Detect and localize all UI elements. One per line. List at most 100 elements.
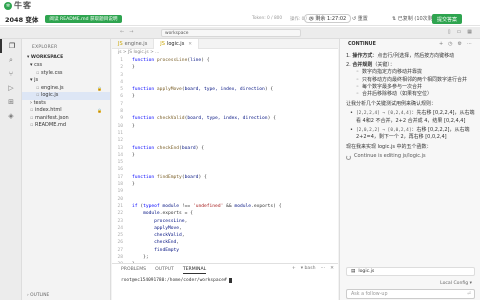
back-arrow-icon[interactable]: ← bbox=[120, 29, 124, 35]
continue-icon[interactable]: ◈ bbox=[0, 109, 22, 123]
source-control-icon[interactable]: ⑂ bbox=[0, 67, 22, 81]
code-token: , bbox=[176, 240, 180, 246]
line-number: 20 bbox=[117, 196, 123, 202]
extensions-icon[interactable]: ⊞ bbox=[0, 95, 22, 109]
brand-logo-icon: ✲ bbox=[4, 1, 12, 10]
tab-engine-js[interactable]: JS engine.js bbox=[112, 39, 155, 49]
follow-up-input[interactable]: Ask a follow-up ⏎ bbox=[346, 289, 475, 299]
code-line[interactable]: 16 bbox=[112, 166, 338, 173]
code-line[interactable]: 12 bbox=[112, 137, 338, 144]
code-line[interactable]: 13 function checkEnd(board) { bbox=[112, 145, 338, 152]
code-token: board bbox=[181, 145, 196, 151]
line-number: 1 bbox=[120, 58, 123, 63]
code-line[interactable]: 28 }; bbox=[112, 254, 338, 261]
code-line[interactable]: 11 bbox=[112, 130, 338, 137]
tree-item-logic-js[interactable]: ▫ logic.js bbox=[22, 92, 110, 100]
tab-problems[interactable]: PROBLEMS bbox=[121, 267, 146, 274]
close-panel-icon[interactable]: ✕ bbox=[330, 266, 334, 271]
code-line[interactable]: 26 checkEnd, bbox=[112, 239, 338, 246]
code-line[interactable]: 6} bbox=[112, 93, 338, 100]
send-icon[interactable]: ⏎ bbox=[467, 290, 471, 299]
tree-item-style-css[interactable]: ▫ style.css bbox=[22, 70, 110, 78]
history-icon[interactable]: ◷ bbox=[448, 41, 452, 47]
tree-item-engine-js[interactable]: ▫ engine.js 🔒 bbox=[22, 85, 110, 93]
brand[interactable]: ✲ 牛客 bbox=[4, 0, 32, 11]
tree-item-README-md[interactable]: ▫ README.md bbox=[22, 122, 110, 130]
code-token: applyMove bbox=[156, 87, 182, 93]
command-center-search[interactable]: workspace bbox=[161, 29, 301, 37]
code-line[interactable]: 17 function findEmpty(board) { bbox=[112, 174, 338, 181]
rule-item: ◦ 合并后移除移动（如果有空位） bbox=[356, 91, 432, 98]
forward-arrow-icon[interactable]: → bbox=[129, 29, 133, 35]
js-file-icon: JS bbox=[160, 41, 165, 47]
config-selector[interactable]: Local Config ▾ bbox=[440, 281, 472, 286]
new-session-icon[interactable]: + bbox=[439, 41, 443, 47]
code-token: typeof bbox=[143, 203, 163, 209]
context-file-chip[interactable]: ▤ logic.js bbox=[346, 267, 475, 276]
code-token: applyMove bbox=[154, 225, 180, 231]
code-line[interactable]: 15 bbox=[112, 159, 338, 166]
rule-item: ◦ 数字向指定方向移动并靠拢 bbox=[356, 69, 422, 76]
run-debug-icon[interactable]: ▷ bbox=[0, 81, 22, 95]
code-token: function bbox=[132, 116, 157, 122]
workspace-header[interactable]: ▾ WORKSPACE bbox=[22, 50, 110, 60]
code-line[interactable]: 14} bbox=[112, 152, 338, 159]
code-line[interactable]: 25 checkValid, bbox=[112, 232, 338, 239]
code-token: .exports = { bbox=[159, 211, 193, 217]
code-line[interactable]: 27 findEmpty bbox=[112, 247, 338, 254]
add-terminal-icon[interactable]: + bbox=[292, 266, 296, 271]
code-token: findEmpty bbox=[156, 174, 182, 180]
code-line[interactable]: 1 function processLine(line) { bbox=[112, 57, 338, 64]
code-line[interactable]: 4 bbox=[112, 79, 338, 86]
search-icon[interactable]: ⌕ bbox=[0, 53, 22, 67]
tree-item-label: manifest.json bbox=[34, 114, 69, 121]
more-icon[interactable]: ⋯ bbox=[321, 266, 326, 271]
outline-section[interactable]: › OUTLINE bbox=[27, 293, 49, 298]
tab-output[interactable]: OUTPUT bbox=[155, 267, 174, 274]
code-line[interactable]: 22 module.exports = { bbox=[112, 210, 338, 217]
reset-button[interactable]: ↺ 重置 bbox=[352, 15, 368, 22]
settings-icon[interactable]: ⚙ bbox=[458, 41, 462, 47]
line-number: 2 bbox=[120, 65, 123, 71]
code-line[interactable]: 18} bbox=[112, 181, 338, 188]
code-token: ) { bbox=[264, 87, 274, 93]
tab-logic-js[interactable]: JS logic.js ✕ bbox=[154, 39, 200, 49]
code-editor[interactable]: 1 function processLine(line) {2} 3 4 5 functi… bbox=[112, 57, 338, 276]
code-line[interactable]: 20 bbox=[112, 196, 338, 203]
code-line[interactable]: 5 function applyMove(board, type, index, … bbox=[112, 86, 338, 93]
code-token: }; bbox=[132, 255, 149, 261]
tree-item-manifest-json[interactable]: ▫ manifest.json bbox=[22, 115, 110, 123]
close-icon[interactable]: ✕ bbox=[188, 42, 192, 47]
code-token: ) { bbox=[267, 116, 276, 122]
code-line[interactable]: 21 if (typeof module !== 'undefined' && m… bbox=[112, 203, 338, 210]
tree-item-index-html[interactable]: ▫ index.html 🔒 bbox=[22, 107, 110, 115]
code-line[interactable]: 9 function checkValid(board, type, index,… bbox=[112, 115, 338, 122]
tree-item-tests[interactable]: › tests bbox=[22, 100, 110, 108]
code-line[interactable]: 24 applyMove, bbox=[112, 225, 338, 232]
tab-terminal[interactable]: TERMINAL bbox=[182, 267, 207, 274]
code-line[interactable]: 19 bbox=[112, 188, 338, 195]
more-icon[interactable]: ⋯ bbox=[467, 41, 472, 47]
line-number: 25 bbox=[117, 233, 123, 239]
code-line[interactable]: 8 bbox=[112, 108, 338, 115]
code-line[interactable]: 23 processLine, bbox=[112, 218, 338, 225]
editor-tabs: JS engine.js JS logic.js ✕ bbox=[112, 39, 338, 49]
brand-strip: ✲ 牛客 bbox=[0, 0, 480, 12]
code-line[interactable]: 7 bbox=[112, 101, 338, 108]
terminal-prompt[interactable]: root@ec154091780:/home/coder/workspace# … bbox=[112, 274, 338, 283]
files-icon[interactable]: ❐ bbox=[0, 39, 22, 53]
breadcrumb[interactable]: js > JS logic.js > ... bbox=[112, 49, 338, 56]
code-line[interactable]: 3 bbox=[112, 72, 338, 79]
terminal-shell-select[interactable]: ▾ bash bbox=[301, 266, 316, 271]
tree-item-js[interactable]: ▾ js bbox=[22, 77, 110, 85]
tree-item-css[interactable]: ▾ css bbox=[22, 62, 110, 70]
code-line[interactable]: 2} bbox=[112, 64, 338, 71]
line-number: 8 bbox=[120, 109, 123, 115]
code-line[interactable]: 10} bbox=[112, 123, 338, 130]
toggle-panel-icon[interactable]: ▭ bbox=[457, 29, 462, 35]
layout-icon[interactable]: ▦ bbox=[467, 29, 472, 35]
toggle-sidebar-icon[interactable]: ▯ bbox=[448, 29, 451, 35]
submit-button[interactable]: 提交答案 bbox=[432, 14, 463, 24]
readme-hint-badge[interactable]: 阅读 README.md 获取题目说明 bbox=[45, 14, 122, 23]
